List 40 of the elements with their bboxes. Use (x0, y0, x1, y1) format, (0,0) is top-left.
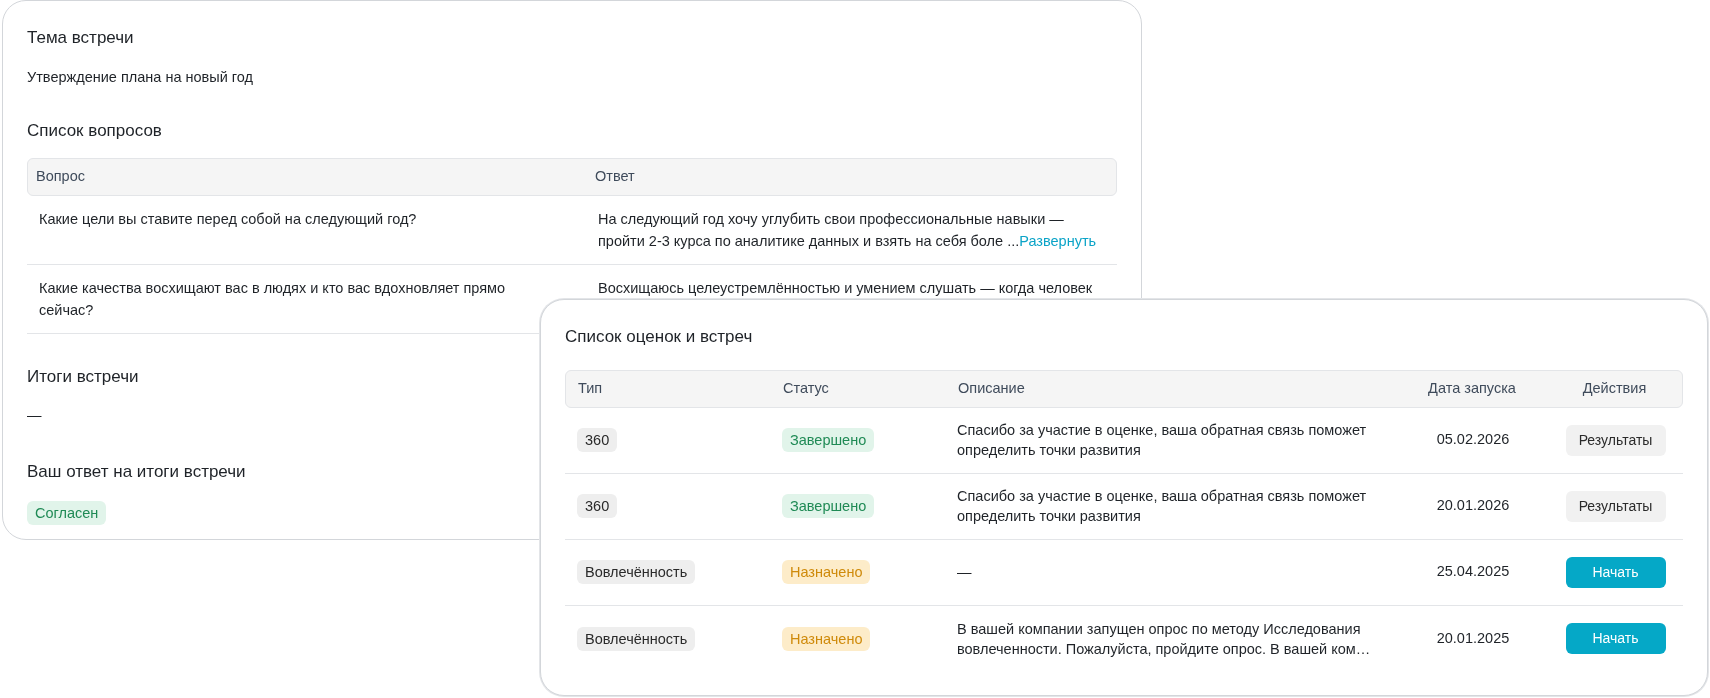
results-text: — (27, 406, 43, 426)
column-header: Тип (577, 378, 604, 398)
type-tag: 360 (577, 428, 618, 452)
status-badge: Завершено (782, 494, 875, 518)
column-header: Ответ (594, 166, 636, 186)
status-badge: Назначено (782, 560, 871, 584)
results-button[interactable]: Результаты (1565, 424, 1666, 456)
topic-text: Утверждение плана на новый год (27, 67, 255, 87)
date-text: 20.01.2026 (1435, 496, 1511, 516)
expand-link[interactable]: Развернуть (1019, 232, 1097, 249)
date-text: 20.01.2025 (1435, 628, 1511, 648)
description-text: Спасибо за участие в оценке, ваша обратная связь поможет определить точки развития (956, 421, 1368, 460)
description-text: Спасибо за участие в оценке, ваша обратная связь поможет определить точки развития (956, 487, 1368, 526)
section-title: Ваш ответ на итоги встречи (27, 461, 246, 483)
card-title: Список оценок и встреч (565, 326, 753, 348)
agreement-badge: Согласен (27, 500, 107, 525)
status-badge: Завершено (782, 428, 875, 452)
answer-text: На следующий год хочу углубить свои профессиональные навыки — пройти 2-3 курса по аналитике данных и взять на себя боле ...Развернуть (597, 209, 1098, 251)
question-text: Какие качества восхищают вас в людях и кто вас вдохновляет прямо сейчас? (38, 278, 507, 320)
status-badge: Назначено (782, 626, 871, 651)
type-tag: 360 (577, 494, 618, 518)
column-header: Действия (1581, 378, 1648, 398)
column-header: Дата запуска (1427, 378, 1517, 398)
description-text: В вашей компании запущен опрос по методу Исследования вовлеченности. Пожалуйста, пройдите опрос. В вашей ком… (956, 619, 1372, 659)
type-tag: Вовлечённость (577, 626, 696, 651)
question-text: Какие цели вы ставите перед собой на следующий год? (38, 209, 418, 229)
section-title: Тема встречи (27, 27, 134, 49)
section-title: Список вопросов (27, 120, 162, 143)
column-header: Статус (782, 378, 830, 398)
start-button[interactable]: Начать (1565, 623, 1666, 654)
column-header: Вопрос (35, 166, 86, 186)
description-text: — (956, 563, 973, 582)
date-text: 25.04.2025 (1435, 562, 1511, 582)
date-text: 05.02.2026 (1435, 430, 1511, 450)
start-button[interactable]: Начать (1565, 556, 1666, 588)
answer-text: Восхищаюсь целеустремлённостью и умением слушать — когда человек (597, 278, 1094, 298)
section-title: Итоги встречи (27, 365, 139, 388)
type-tag: Вовлечённость (577, 560, 696, 584)
column-header: Описание (957, 378, 1026, 398)
results-button[interactable]: Результаты (1565, 490, 1666, 522)
